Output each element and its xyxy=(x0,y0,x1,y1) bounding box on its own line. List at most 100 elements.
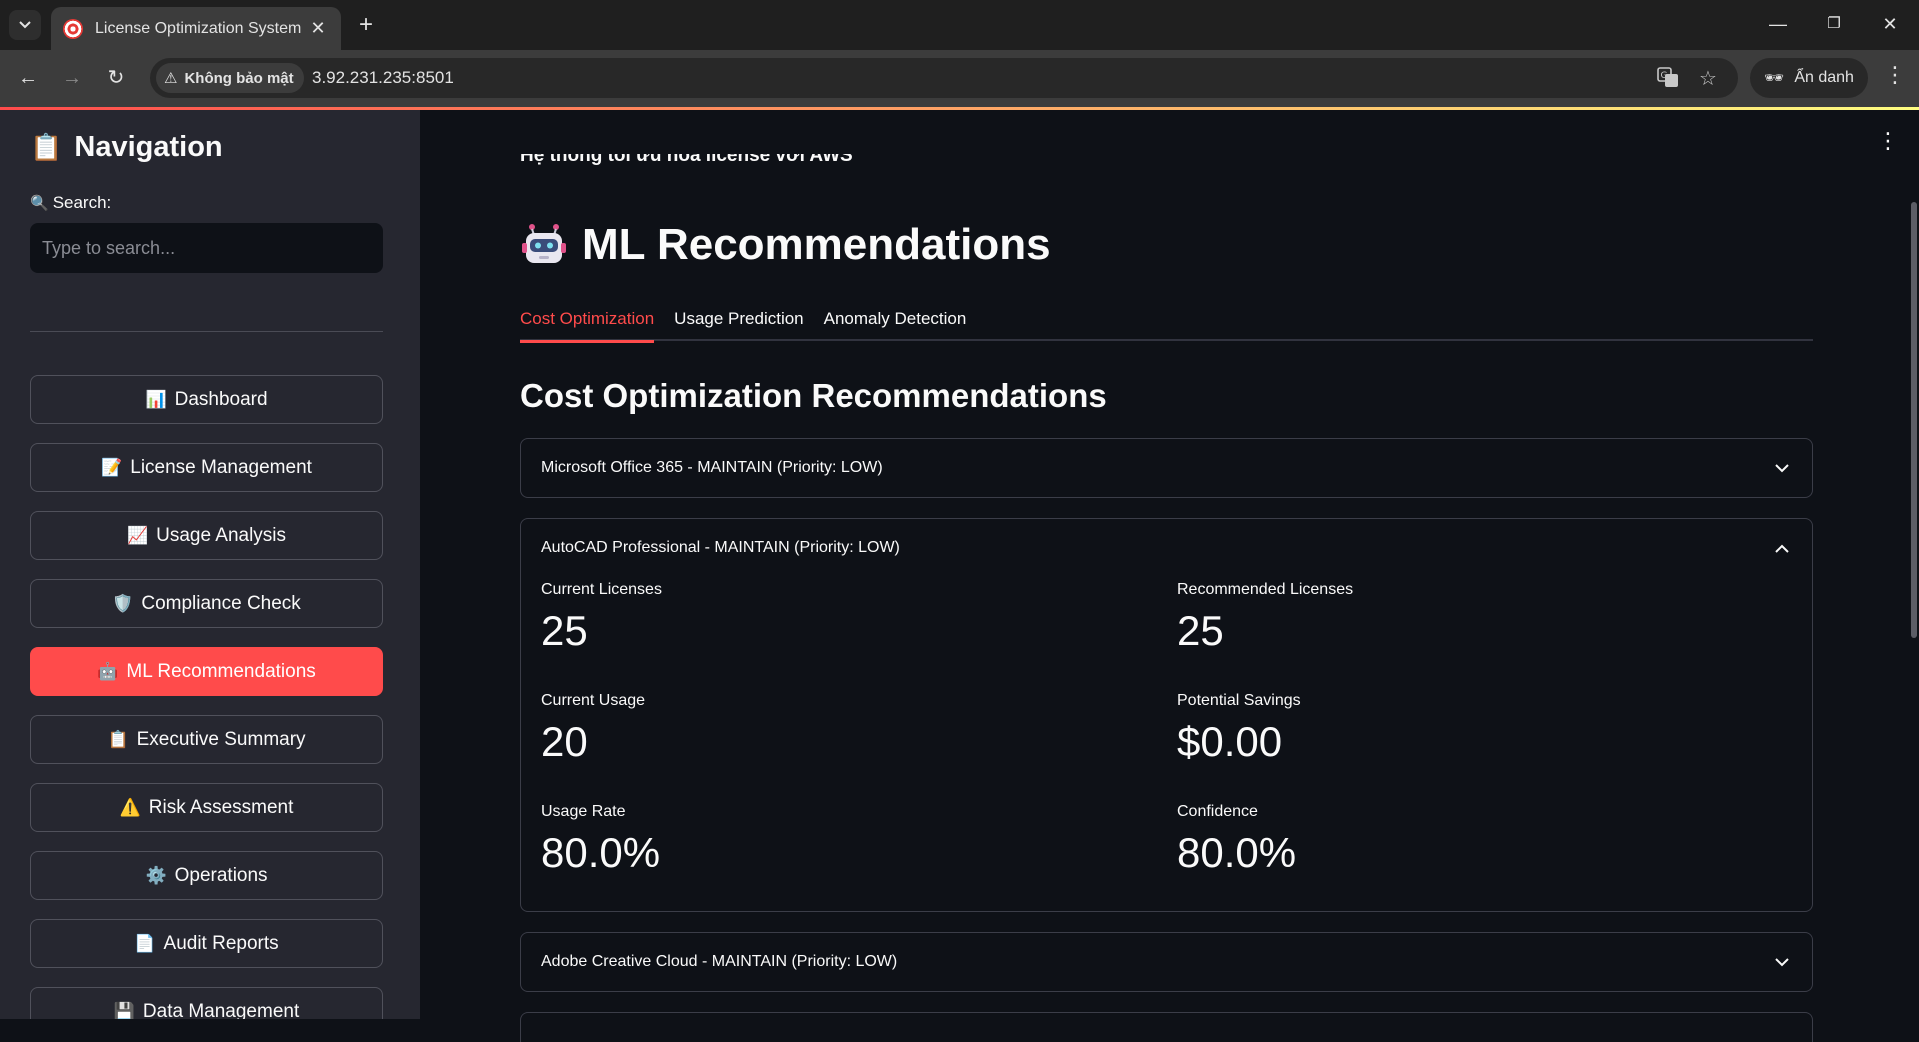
tab-list: Cost Optimization Usage Prediction Anoma… xyxy=(520,305,1813,343)
reload-button[interactable]: ↻ xyxy=(100,62,132,94)
restore-button[interactable]: ❐ xyxy=(1814,8,1854,40)
clipboard-icon: 📋 xyxy=(30,132,63,162)
bookmark-star-icon[interactable]: ☆ xyxy=(1695,66,1721,91)
streamlit-app: 📋 Navigation 🔍 Search: 📊 Dashboard 📝 Lic… xyxy=(0,107,1919,1042)
nav-label: Data Management xyxy=(142,1000,300,1020)
minimize-button[interactable]: — xyxy=(1758,8,1798,40)
metric-usage-rate: Usage Rate 80.0% xyxy=(541,803,660,877)
expander-header[interactable]: Adobe Creative Cloud - MAINTAIN (Priorit… xyxy=(521,933,1812,991)
metric-value: 80.0% xyxy=(541,829,661,876)
address-bar[interactable]: ⚠ Không bảo mật 3.92.231.235:8501 G ☆ xyxy=(150,58,1738,98)
gear-icon: ⚙️ xyxy=(145,865,167,885)
chevron-up-icon xyxy=(1772,540,1792,556)
incognito-badge[interactable]: 🕶 Ẩn danh xyxy=(1750,58,1868,98)
browser-menu-icon[interactable]: ⋮ xyxy=(1880,62,1910,88)
nav-operations-button[interactable]: ⚙️ Operations xyxy=(30,851,383,900)
expander-autocad-professional: AutoCAD Professional - MAINTAIN (Priorit… xyxy=(520,518,1813,912)
translate-icon[interactable]: G xyxy=(1655,66,1681,94)
sidebar-divider xyxy=(30,331,383,332)
nav-risk-assessment-button[interactable]: ⚠️ Risk Assessment xyxy=(30,783,383,832)
metric-confidence: Confidence 80.0% xyxy=(1177,803,1296,877)
document-icon: 📄 xyxy=(134,933,156,953)
incognito-icon: 🕶 xyxy=(1764,70,1785,87)
memo-icon: 📝 xyxy=(101,457,123,477)
scrollbar[interactable] xyxy=(1911,202,1917,638)
tab-anomaly-detection[interactable]: Anomaly Detection xyxy=(824,305,967,341)
nav-label: License Management xyxy=(130,456,312,478)
nav-audit-reports-button[interactable]: 📄 Audit Reports xyxy=(30,919,383,968)
expander-next[interactable] xyxy=(520,1012,1813,1042)
search-input[interactable] xyxy=(30,223,383,273)
nav-ml-recommendations-button[interactable]: 🤖 ML Recommendations xyxy=(30,647,383,696)
search-label-text: Search: xyxy=(52,193,112,212)
forward-button[interactable]: → xyxy=(56,62,88,94)
page-subtitle: Hệ thống tối ưu hóa license với AWS xyxy=(520,154,853,169)
browser-tab-bar: License Optimization System ✕ + — ❐ ✕ xyxy=(0,0,1919,50)
search-label: 🔍 Search: xyxy=(30,193,111,213)
sidebar-title-text: Navigation xyxy=(74,131,223,163)
back-button[interactable]: ← xyxy=(12,62,44,94)
close-icon[interactable]: ✕ xyxy=(307,18,329,39)
section-title: Cost Optimization Recommendations xyxy=(520,377,1107,414)
page-subtitle-text: Hệ thống tối ưu hóa license với AWS xyxy=(520,154,853,166)
shield-icon: 🛡️ xyxy=(112,593,134,613)
metric-label: Current Usage xyxy=(541,692,646,709)
nav-label: Operations xyxy=(174,864,268,886)
page-title: ML Recommendations xyxy=(520,220,1051,270)
metric-value: 20 xyxy=(541,718,588,765)
app-menu-icon[interactable]: ⋮ xyxy=(1877,128,1899,154)
nav-executive-summary-button[interactable]: 📋 Executive Summary xyxy=(30,715,383,764)
security-indicator[interactable]: ⚠ Không bảo mật xyxy=(156,63,304,93)
floppy-disk-icon: 💾 xyxy=(113,1001,135,1020)
url-text[interactable]: 3.92.231.235:8501 xyxy=(312,68,454,88)
incognito-label: Ẩn danh xyxy=(1794,69,1854,86)
metric-label: Usage Rate xyxy=(541,803,626,820)
expander-header[interactable]: Microsoft Office 365 - MAINTAIN (Priorit… xyxy=(521,439,1812,497)
expander-microsoft-office-365[interactable]: Microsoft Office 365 - MAINTAIN (Priorit… xyxy=(520,438,1813,498)
trend-chart-icon: 📈 xyxy=(126,525,149,545)
nav-label: Dashboard xyxy=(174,388,268,410)
sidebar: 📋 Navigation 🔍 Search: 📊 Dashboard 📝 Lic… xyxy=(0,110,420,1019)
tab-usage-prediction[interactable]: Usage Prediction xyxy=(674,305,803,341)
expander-header[interactable]: AutoCAD Professional - MAINTAIN (Priorit… xyxy=(521,519,1812,577)
metric-label: Recommended Licenses xyxy=(1177,581,1354,598)
metric-value: $0.00 xyxy=(1177,718,1283,765)
metric-label: Potential Savings xyxy=(1177,692,1301,709)
browser-toolbar: ← → ↻ ⚠ Không bảo mật 3.92.231.235:8501 … xyxy=(0,50,1919,107)
page-title-text: ML Recommendations xyxy=(582,220,1051,269)
security-label: Không bảo mật xyxy=(184,69,294,87)
new-tab-button[interactable]: + xyxy=(352,12,380,40)
expander-adobe-creative-cloud[interactable]: Adobe Creative Cloud - MAINTAIN (Priorit… xyxy=(520,932,1813,992)
bar-chart-icon: 📊 xyxy=(145,389,167,409)
expander-title: AutoCAD Professional - MAINTAIN (Priorit… xyxy=(541,539,900,556)
nav-license-management-button[interactable]: 📝 License Management xyxy=(30,443,383,492)
chevron-down-icon xyxy=(1772,460,1792,476)
expander-title: Adobe Creative Cloud - MAINTAIN (Priorit… xyxy=(541,953,898,970)
tab-cost-optimization[interactable]: Cost Optimization xyxy=(520,305,655,343)
close-window-button[interactable]: ✕ xyxy=(1870,8,1910,40)
nav-label: Risk Assessment xyxy=(148,796,294,818)
tab-search-button[interactable] xyxy=(9,10,41,40)
search-icon: 🔍 xyxy=(30,195,49,212)
robot-icon: 🤖 xyxy=(97,661,119,681)
chevron-down-icon xyxy=(1772,954,1792,970)
nav-dashboard-button[interactable]: 📊 Dashboard xyxy=(30,375,383,424)
nav-compliance-check-button[interactable]: 🛡️ Compliance Check xyxy=(30,579,383,628)
nav-label: Executive Summary xyxy=(136,728,306,750)
expander-title: Microsoft Office 365 - MAINTAIN (Priorit… xyxy=(541,459,883,476)
nav-label: ML Recommendations xyxy=(126,660,316,682)
warning-icon: ⚠️ xyxy=(119,797,141,817)
target-icon xyxy=(63,18,83,39)
metric-current-usage: Current Usage 20 xyxy=(541,692,645,766)
metric-value: 25 xyxy=(541,607,588,654)
sidebar-title: 📋 Navigation xyxy=(30,131,223,164)
nav-data-management-button[interactable]: 💾 Data Management xyxy=(30,987,383,1019)
chevron-down-icon xyxy=(19,21,31,29)
browser-tab[interactable]: License Optimization System ✕ xyxy=(51,7,341,50)
metric-recommended-licenses: Recommended Licenses 25 xyxy=(1177,581,1353,655)
tab-title: License Optimization System xyxy=(95,19,302,37)
nav-label: Usage Analysis xyxy=(156,524,287,546)
metric-label: Current Licenses xyxy=(541,581,662,598)
nav-usage-analysis-button[interactable]: 📈 Usage Analysis xyxy=(30,511,383,560)
metric-potential-savings: Potential Savings $0.00 xyxy=(1177,692,1301,766)
